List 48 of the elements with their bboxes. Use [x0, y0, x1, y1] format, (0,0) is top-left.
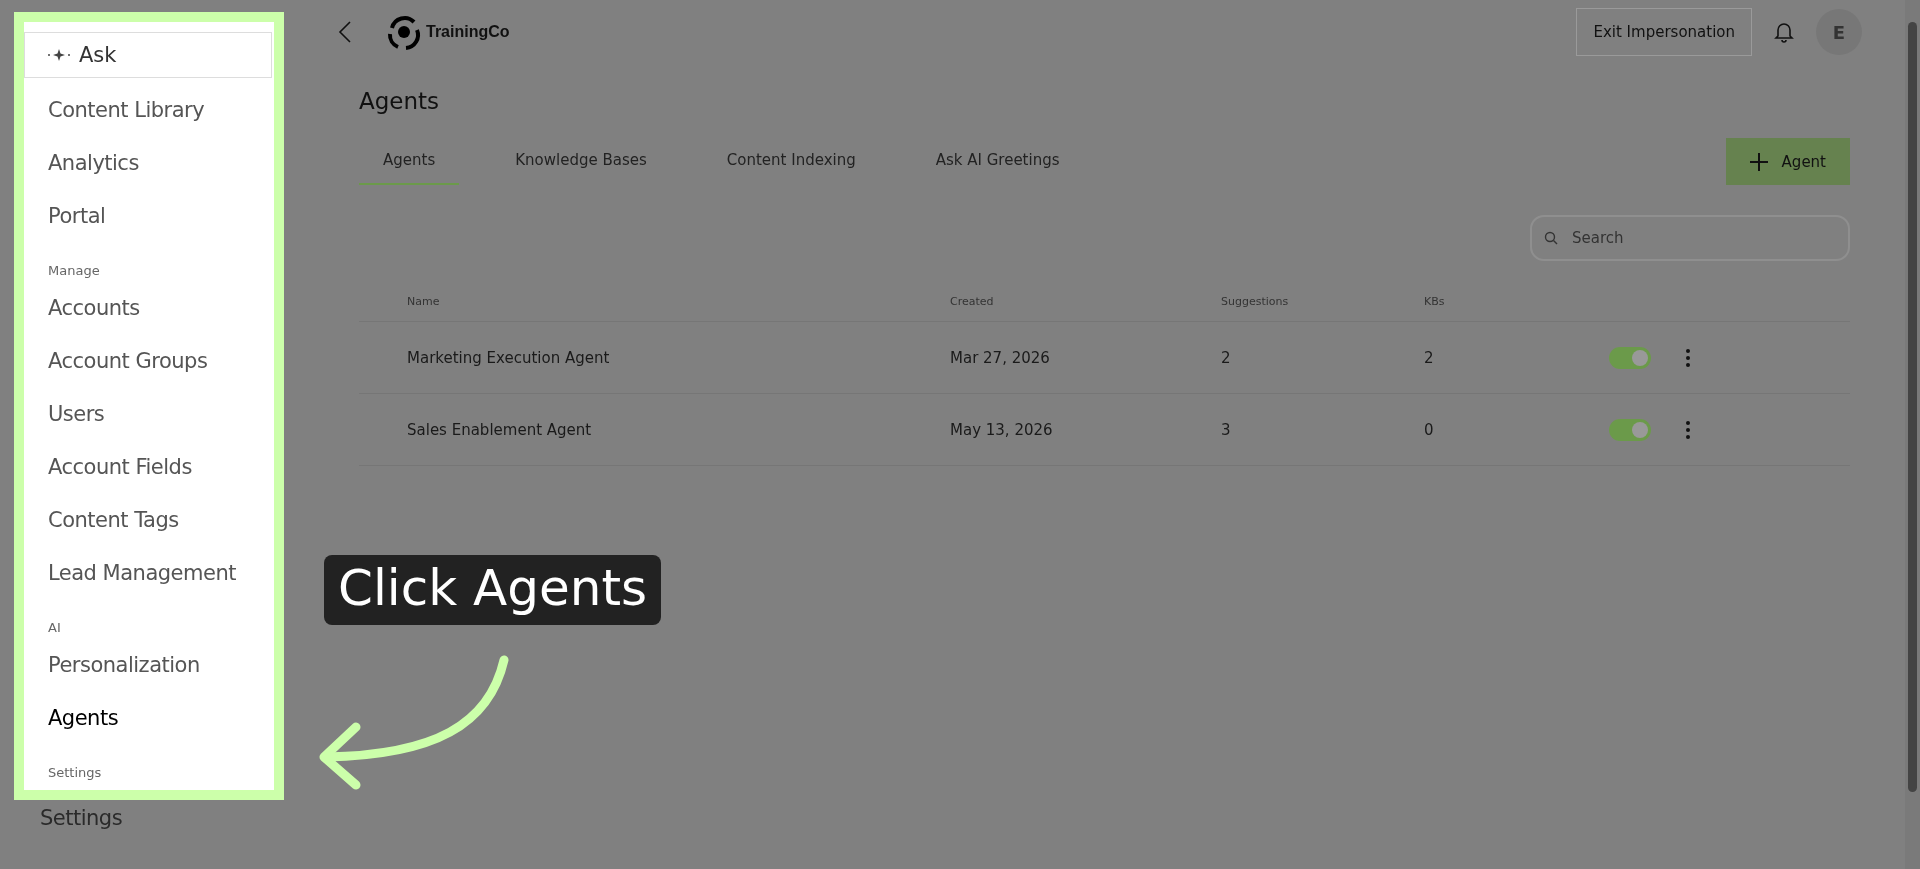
- table-cell-text: 0: [1424, 420, 1435, 439]
- plus-icon: [1749, 152, 1768, 171]
- sidebar-item[interactable]: Settings: [14, 800, 290, 836]
- more-options-icon[interactable]: [1685, 419, 1691, 440]
- table-cell-text: May 13, 2026: [950, 420, 1054, 439]
- tab[interactable]: Knowledge Bases: [491, 141, 671, 185]
- sidebar-item[interactable]: Content Library: [24, 84, 274, 137]
- tab[interactable]: Content Indexing: [702, 141, 880, 185]
- tab[interactable]: Ask AI Greetings: [911, 141, 1084, 185]
- callout-label: Click Agents: [324, 555, 662, 625]
- tab[interactable]: Agents: [359, 141, 460, 185]
- section-label: Manage: [47, 262, 101, 280]
- search-field[interactable]: Search: [1530, 215, 1850, 261]
- column-header: KBs: [1424, 294, 1446, 308]
- table-cell-text: Marketing Execution Agent: [407, 348, 611, 367]
- add-agent-button[interactable]: Agent: [1725, 138, 1850, 185]
- column-header: Suggestions: [1221, 294, 1290, 308]
- page-title: Agents: [359, 88, 441, 114]
- logo-text: TrainingCo: [426, 23, 510, 41]
- section-label: Settings: [47, 764, 103, 782]
- section-label: AI: [47, 619, 62, 637]
- scrollbar[interactable]: [1905, 0, 1920, 869]
- sidebar-item[interactable]: Agents: [24, 692, 274, 745]
- exit-impersonation-button[interactable]: Exit Impersonation: [1576, 8, 1752, 56]
- sidebar-item[interactable]: Lead Management: [24, 547, 274, 600]
- more-options-icon[interactable]: [1685, 347, 1691, 368]
- sidebar-item[interactable]: Content Tags: [24, 494, 274, 547]
- toggle-switch[interactable]: [1609, 346, 1651, 369]
- table-cell-text: Mar 27, 2026: [950, 348, 1051, 367]
- sparkle-icon: [47, 48, 71, 62]
- sidebar-item[interactable]: Portal: [24, 190, 274, 243]
- table-cell-text: 2: [1424, 348, 1435, 367]
- sidebar-item[interactable]: Accounts: [24, 282, 274, 335]
- sidebar-item[interactable]: Account Groups: [24, 335, 274, 388]
- sidebar-item[interactable]: Users: [24, 388, 274, 441]
- back-chevron-icon[interactable]: [338, 20, 352, 44]
- sidebar-item[interactable]: Account Fields: [24, 441, 274, 494]
- toggle-switch[interactable]: [1609, 418, 1651, 441]
- column-header: Created: [950, 294, 995, 308]
- column-header: Name: [407, 294, 441, 308]
- table-cell-text: 3: [1221, 420, 1232, 439]
- sidebar-item[interactable]: Analytics: [24, 137, 274, 190]
- table-cell-text: 2: [1221, 348, 1232, 367]
- sidebar-item[interactable]: Personalization: [24, 639, 274, 692]
- notification-bell-icon[interactable]: [1774, 21, 1794, 43]
- ask-button[interactable]: Ask: [24, 32, 272, 78]
- table-cell-text: Sales Enablement Agent: [407, 420, 593, 439]
- search-icon: [1544, 231, 1558, 245]
